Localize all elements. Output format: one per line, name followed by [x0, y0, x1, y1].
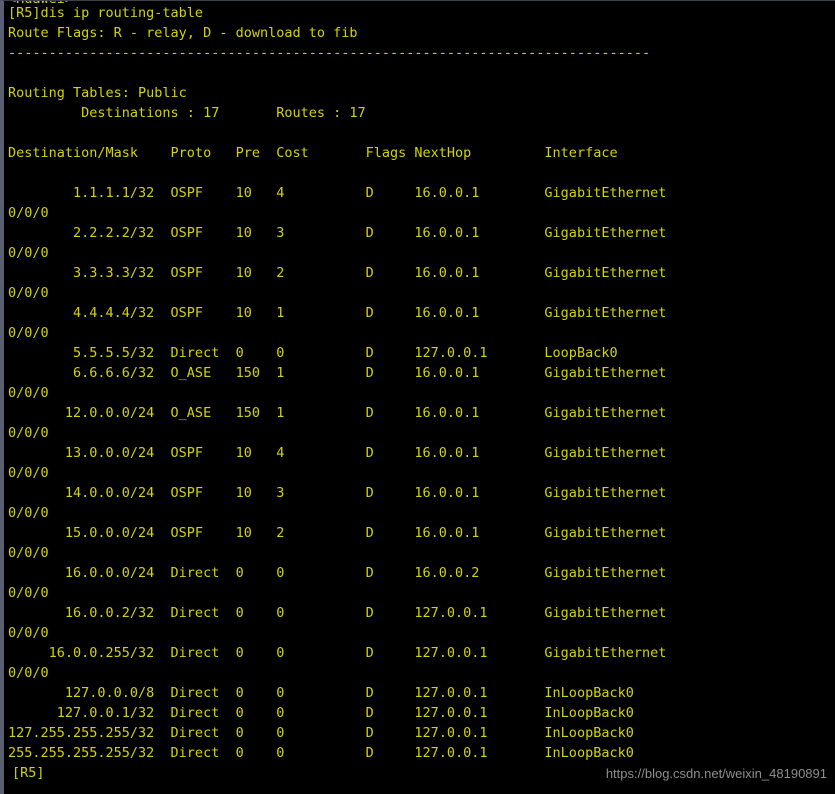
- route-row: 6.6.6.6/32 O_ASE 150 1 D 16.0.0.1 Gigabi…: [8, 365, 667, 381]
- route-row: 127.255.255.255/32 Direct 0 0 D 127.0.0.…: [8, 725, 634, 741]
- terminal-output: [R5]dis ip routing-table Route Flags: R …: [4, 3, 835, 763]
- watermark-url: https://blog.csdn.net/weixin_48190891: [605, 766, 827, 781]
- route-row: 1.1.1.1/32 OSPF 10 4 D 16.0.0.1 GigabitE…: [8, 185, 667, 201]
- route-row: 255.255.255.255/32 Direct 0 0 D 127.0.0.…: [8, 745, 634, 761]
- command-line: [R5]dis ip routing-table: [8, 5, 204, 21]
- route-row: 13.0.0.0/24 OSPF 10 4 D 16.0.0.1 Gigabit…: [8, 445, 667, 461]
- route-row-wrap: 0/0/0: [8, 285, 49, 301]
- route-row: 14.0.0.0/24 OSPF 10 3 D 16.0.0.1 Gigabit…: [8, 485, 667, 501]
- route-row-wrap: 0/0/0: [8, 205, 49, 221]
- route-row-wrap: 0/0/0: [8, 465, 49, 481]
- destinations-routes-counts: Destinations : 17 Routes : 17: [8, 105, 366, 121]
- terminal-window[interactable]: <Huawei> [R5]dis ip routing-table Route …: [0, 0, 835, 794]
- route-row: 127.0.0.1/32 Direct 0 0 D 127.0.0.1 InLo…: [8, 705, 634, 721]
- route-row: 4.4.4.4/32 OSPF 10 1 D 16.0.0.1 GigabitE…: [8, 305, 667, 321]
- routing-tables-label: Routing Tables: Public: [8, 85, 187, 101]
- table-column-headers: Destination/Mask Proto Pre Cost Flags Ne…: [8, 145, 618, 161]
- route-row-wrap: 0/0/0: [8, 325, 49, 341]
- route-row: 5.5.5.5/32 Direct 0 0 D 127.0.0.1 LoopBa…: [8, 345, 618, 361]
- route-flags-legend: Route Flags: R - relay, D - download to …: [8, 25, 358, 41]
- route-row: 12.0.0.0/24 O_ASE 150 1 D 16.0.0.1 Gigab…: [8, 405, 667, 421]
- route-row: 15.0.0.0/24 OSPF 10 2 D 16.0.0.1 Gigabit…: [8, 525, 667, 541]
- route-row-wrap: 0/0/0: [8, 665, 49, 681]
- route-row-wrap: 0/0/0: [8, 245, 49, 261]
- separator-rule: ----------------------------------------…: [8, 45, 651, 61]
- route-row: 3.3.3.3/32 OSPF 10 2 D 16.0.0.1 GigabitE…: [8, 265, 667, 281]
- route-row: 127.0.0.0/8 Direct 0 0 D 127.0.0.1 InLoo…: [8, 685, 634, 701]
- shell-prompt[interactable]: [R5]: [12, 763, 45, 783]
- route-row: 16.0.0.2/32 Direct 0 0 D 127.0.0.1 Gigab…: [8, 605, 667, 621]
- route-row-wrap: 0/0/0: [8, 425, 49, 441]
- route-row: 16.0.0.0/24 Direct 0 0 D 16.0.0.2 Gigabi…: [8, 565, 667, 581]
- route-row-wrap: 0/0/0: [8, 385, 49, 401]
- route-row-wrap: 0/0/0: [8, 585, 49, 601]
- route-row-wrap: 0/0/0: [8, 625, 49, 641]
- route-row: 2.2.2.2/32 OSPF 10 3 D 16.0.0.1 GigabitE…: [8, 225, 667, 241]
- route-table-body: 1.1.1.1/32 OSPF 10 4 D 16.0.0.1 GigabitE…: [8, 183, 835, 763]
- route-row-wrap: 0/0/0: [8, 505, 49, 521]
- route-row-wrap: 0/0/0: [8, 545, 49, 561]
- route-row: 16.0.0.255/32 Direct 0 0 D 127.0.0.1 Gig…: [8, 645, 667, 661]
